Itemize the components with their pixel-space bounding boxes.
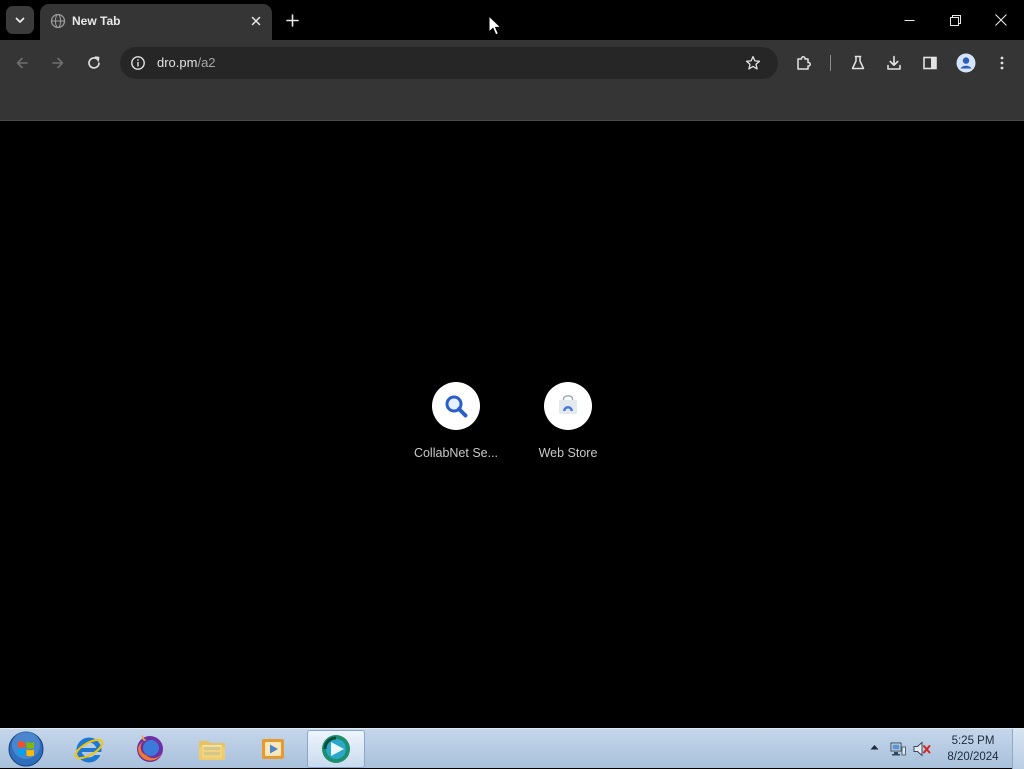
minimize-button[interactable]: [886, 0, 932, 40]
bookmarks-bar: [0, 86, 1024, 121]
forward-button[interactable]: [46, 51, 70, 75]
new-tab-page: CollabNet Se... Web Store: [0, 121, 1024, 728]
globe-icon: [50, 13, 66, 29]
bookmark-star-button[interactable]: [742, 52, 764, 74]
taskbar: 5:25 PM 8/20/2024: [0, 728, 1024, 769]
avatar-icon: [956, 53, 976, 73]
browser-toolbar: dro.pm/a2: [0, 40, 1024, 86]
restore-icon: [949, 14, 961, 26]
labs-button[interactable]: [846, 51, 870, 75]
tab-new-tab[interactable]: New Tab: [40, 4, 272, 40]
new-tab-button[interactable]: [281, 9, 303, 31]
media-player-icon: [262, 739, 284, 759]
reload-icon: [88, 56, 100, 69]
shortcut-label: CollabNet Se...: [413, 446, 499, 460]
taskbar-media-player[interactable]: [244, 730, 302, 768]
magnifier-icon: [445, 395, 468, 418]
downloads-button[interactable]: [882, 51, 906, 75]
minimize-icon: [904, 19, 914, 21]
chevron-down-icon: [15, 17, 25, 23]
url-host: dro.pm: [157, 55, 198, 70]
show-desktop-button[interactable]: [1012, 729, 1024, 769]
title-bar: New Tab: [0, 0, 1024, 40]
url-text[interactable]: dro.pm/a2: [157, 55, 216, 70]
close-window-button[interactable]: [978, 0, 1024, 40]
taskbar-firefox[interactable]: [121, 730, 179, 768]
windows-start-icon[interactable]: [6, 730, 46, 768]
arrow-right-icon: [52, 57, 64, 69]
show-hidden-icons-button[interactable]: [868, 741, 880, 753]
plus-icon: [285, 13, 299, 27]
taskbar-active-app[interactable]: [307, 730, 365, 768]
shortcut-label: Web Store: [538, 446, 598, 460]
side-panel-icon: [923, 56, 937, 70]
url-path: /a2: [197, 55, 216, 70]
site-info-button[interactable]: [128, 53, 148, 73]
extensions-button[interactable]: [792, 51, 816, 75]
restore-button[interactable]: [932, 0, 978, 40]
close-icon: [995, 14, 1007, 26]
clock-date: 8/20/2024: [947, 751, 999, 763]
toolbar-divider: [830, 55, 831, 71]
chevron-up-icon: [870, 745, 878, 750]
file-explorer-icon: [199, 741, 225, 760]
address-bar[interactable]: dro.pm/a2: [120, 47, 778, 79]
volume-muted-icon[interactable]: [913, 741, 931, 757]
system-clock[interactable]: 5:25 PM 8/20/2024: [938, 733, 1008, 765]
shortcut-web-store[interactable]: Web Store: [512, 382, 624, 478]
shortcut-icon-tile: [544, 382, 592, 430]
flask-icon: [851, 55, 865, 70]
arrow-left-icon: [16, 57, 28, 69]
network-icon[interactable]: [889, 741, 907, 757]
tab-title: New Tab: [72, 14, 121, 28]
clock-time: 5:25 PM: [951, 735, 995, 747]
info-icon: [131, 56, 145, 70]
profile-button[interactable]: [954, 51, 978, 75]
star-icon: [745, 55, 761, 70]
active-app-icon: [322, 735, 350, 763]
tab-close-button[interactable]: [247, 12, 265, 30]
reload-button[interactable]: [82, 51, 106, 75]
mouse-cursor-icon: [488, 15, 502, 36]
shortcut-icon-tile: [432, 382, 480, 430]
firefox-icon: [137, 735, 163, 762]
taskbar-file-explorer[interactable]: [183, 730, 241, 768]
download-icon: [887, 55, 901, 70]
internet-explorer-icon: [74, 737, 104, 763]
taskbar-internet-explorer[interactable]: [60, 730, 118, 768]
puzzle-icon: [797, 56, 811, 70]
back-button[interactable]: [10, 51, 34, 75]
shortcut-collabnet-search[interactable]: CollabNet Se...: [400, 382, 512, 478]
tab-search-button[interactable]: [6, 6, 34, 34]
side-panel-button[interactable]: [918, 51, 942, 75]
close-icon: [251, 16, 261, 26]
web-store-icon: [559, 395, 577, 414]
more-vert-icon: [1000, 56, 1004, 70]
menu-button[interactable]: [990, 51, 1014, 75]
